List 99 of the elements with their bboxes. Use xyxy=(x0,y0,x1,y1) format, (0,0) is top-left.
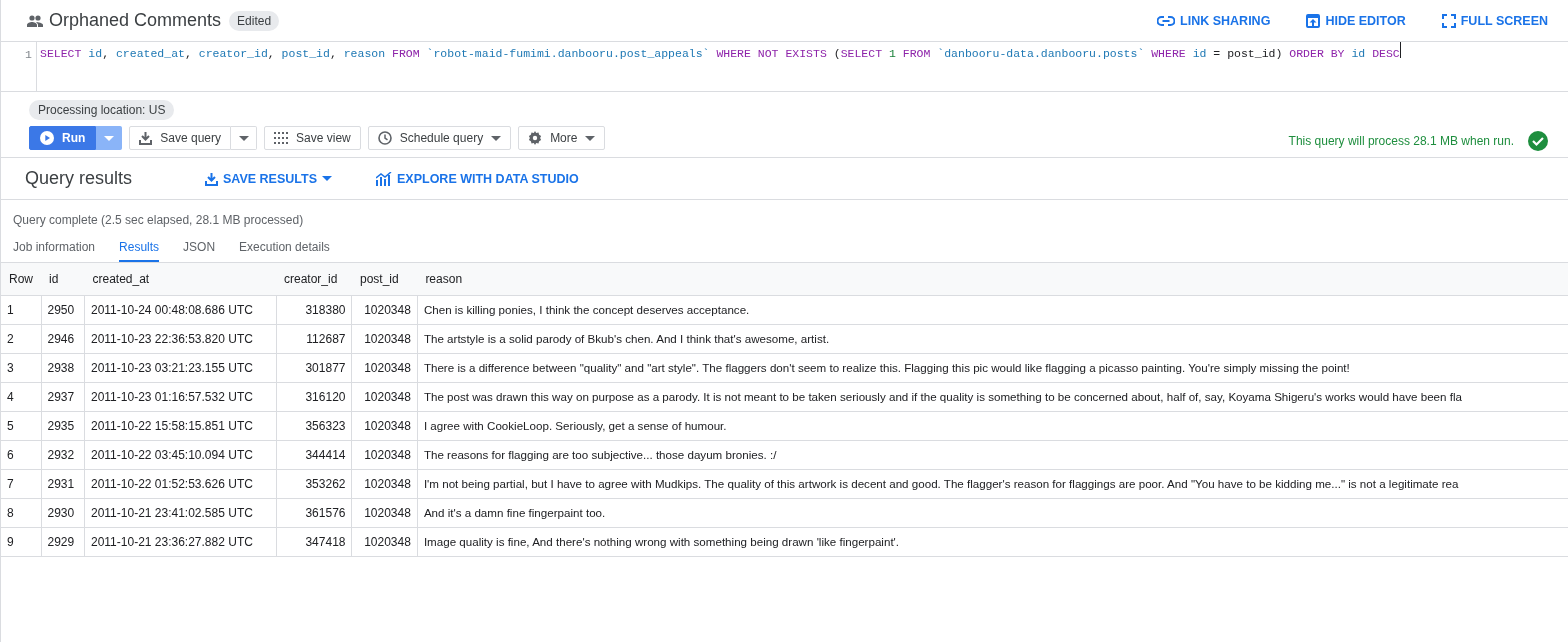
tab[interactable]: Job information xyxy=(13,234,96,262)
processing-location-chip: Processing location: US xyxy=(29,100,175,120)
table-cell: 1020348 xyxy=(352,324,418,353)
query-title: Orphaned Comments xyxy=(49,10,222,31)
toolbar-button[interactable]: Save view xyxy=(264,126,361,150)
table-cell: Image quality is fine, And there's nothing wrong with something being drawn 'like fingerpaint'. xyxy=(417,527,1568,556)
table-cell: 356323 xyxy=(276,411,352,440)
table-cell: The post was drawn this way on purpose as a parody. It is not meant to be taken seriously and if the quality is something to be concerned about, half of, say, Koyama Shigeru's works would have been fla xyxy=(417,382,1568,411)
column-header: post_id xyxy=(352,263,418,295)
table-cell: 316120 xyxy=(276,382,352,411)
table-cell: 1020348 xyxy=(352,353,418,382)
caret-icon xyxy=(491,135,502,141)
header-link[interactable]: HIDE EDITOR xyxy=(1306,13,1406,28)
table-cell: 2011-10-21 23:41:02.585 UTC xyxy=(84,498,276,527)
table-cell: 9 xyxy=(1,527,41,556)
table-cell: 3 xyxy=(1,353,41,382)
table-cell: 1020348 xyxy=(352,382,418,411)
table-cell: I'm not being partial, but I have to agree with Mudkips. The quality of this artwork is decent and good. The flagger's reason for flaggings are poor. And "You have to be kidding me..." is not a legitimate rea xyxy=(417,469,1568,498)
edited-badge: Edited xyxy=(229,10,280,31)
table-cell: 318380 xyxy=(276,295,352,324)
table-cell: 8 xyxy=(1,498,41,527)
table-cell: 2011-10-21 23:36:27.882 UTC xyxy=(84,527,276,556)
table-cell: 2938 xyxy=(41,353,85,382)
table-cell: 344414 xyxy=(276,440,352,469)
table-cell: 1020348 xyxy=(352,411,418,440)
results-link[interactable]: SAVE RESULTS xyxy=(205,171,332,186)
play-icon xyxy=(40,131,54,145)
table-cell: 112687 xyxy=(276,324,352,353)
link-icon xyxy=(1157,15,1176,26)
table-cell: 4 xyxy=(1,382,41,411)
toolbar-button[interactable]: Schedule query xyxy=(367,126,512,150)
tab[interactable]: Execution details xyxy=(239,234,330,262)
table-cell: 2011-10-23 22:36:53.820 UTC xyxy=(84,324,276,353)
table-cell: 2929 xyxy=(41,527,85,556)
results-link[interactable]: EXPLORE WITH DATA STUDIO xyxy=(376,171,579,186)
caret-icon xyxy=(103,135,114,141)
caret-icon xyxy=(238,135,249,141)
table-cell: 347418 xyxy=(276,527,352,556)
upload-box-icon xyxy=(1306,13,1321,28)
table-cell: 2011-10-22 01:52:53.626 UTC xyxy=(84,469,276,498)
check-circle-icon xyxy=(1528,131,1548,151)
table-cell: And it's a damn fine fingerpaint too. xyxy=(417,498,1568,527)
table-cell: 2932 xyxy=(41,440,85,469)
table-cell: 2011-10-23 01:16:57.532 UTC xyxy=(84,382,276,411)
table-cell: 5 xyxy=(1,411,41,440)
table-cell: There is a difference between "quality" and "art style". The flaggers don't seem to realize this. Flagging this pic would like flagging a picasso painting. You're simply missing the point! xyxy=(417,353,1568,382)
download-icon xyxy=(139,131,153,145)
table-cell: 6 xyxy=(1,440,41,469)
table-cell: I agree with CookieLoop. Seriously, get a sense of humour. xyxy=(417,411,1568,440)
table-cell: 1020348 xyxy=(352,527,418,556)
run-button[interactable]: Run xyxy=(29,126,97,150)
table-cell: 2011-10-24 00:48:08.686 UTC xyxy=(84,295,276,324)
table-cell: 7 xyxy=(1,469,41,498)
table-cell: 1020348 xyxy=(352,469,418,498)
table-cell: 1020348 xyxy=(352,295,418,324)
caret-icon xyxy=(322,176,332,181)
table-cell: 2946 xyxy=(41,324,85,353)
table-cell: The reasons for flagging are too subjective... those dayum bronies. :/ xyxy=(417,440,1568,469)
dotted-grid-icon xyxy=(274,132,289,144)
table-cell: The artstyle is a solid parody of Bkub's chen. And I think that's awesome, artist. xyxy=(417,324,1568,353)
sql-code-line[interactable]: SELECT id, created_at, creator_id, post_id, reason FROM `robot-maid-fumimi.danbooru.post_appeals` WHERE NOT EXISTS (SELECT 1 FROM `danbooru-data.danbooru.posts` WHERE id = post_id) ORDER BY id DESC xyxy=(37,42,1401,58)
column-header: Row xyxy=(1,263,41,295)
table-cell: 301877 xyxy=(276,353,352,382)
line-number: 1 xyxy=(1,42,37,91)
results-title: Query results xyxy=(25,168,134,189)
column-header: created_at xyxy=(84,263,276,295)
toolbar-button[interactable]: More xyxy=(518,126,606,150)
people-icon xyxy=(27,14,43,27)
table-cell: 361576 xyxy=(276,498,352,527)
download-icon xyxy=(205,171,218,186)
table-cell: 2011-10-22 15:58:15.851 UTC xyxy=(84,411,276,440)
table-cell: 1020348 xyxy=(352,440,418,469)
table-cell: 2950 xyxy=(41,295,85,324)
tab[interactable]: JSON xyxy=(183,234,216,262)
bar-chart-icon xyxy=(376,171,392,186)
header-link[interactable]: LINK SHARING xyxy=(1157,13,1271,28)
table-cell: Chen is killing ponies, I think the concept deserves acceptance. xyxy=(417,295,1568,324)
validator-message: This query will process 28.1 MB when run. xyxy=(1288,134,1514,148)
table-cell: 2931 xyxy=(41,469,85,498)
table-cell: 2930 xyxy=(41,498,85,527)
column-header: creator_id xyxy=(276,263,352,295)
query-status: Query complete (2.5 sec elapsed, 28.1 MB processed) xyxy=(12,212,305,229)
column-header: id xyxy=(41,263,85,295)
fullscreen-icon xyxy=(1441,13,1456,28)
table-cell: 1020348 xyxy=(352,498,418,527)
table-cell: 2 xyxy=(1,324,41,353)
caret-icon xyxy=(585,135,596,141)
dropdown-button[interactable] xyxy=(231,126,258,150)
table-cell: 2935 xyxy=(41,411,85,440)
table-cell: 353262 xyxy=(276,469,352,498)
column-header: reason xyxy=(417,263,1568,295)
clock-icon xyxy=(377,131,392,145)
table-cell: 2011-10-22 03:45:10.094 UTC xyxy=(84,440,276,469)
toolbar-button[interactable]: Save query xyxy=(129,126,232,150)
settings-icon xyxy=(528,131,543,145)
table-cell: 1 xyxy=(1,295,41,324)
header-link[interactable]: FULL SCREEN xyxy=(1441,13,1548,28)
table-cell: 2011-10-23 03:21:23.155 UTC xyxy=(84,353,276,382)
table-cell: 2937 xyxy=(41,382,85,411)
